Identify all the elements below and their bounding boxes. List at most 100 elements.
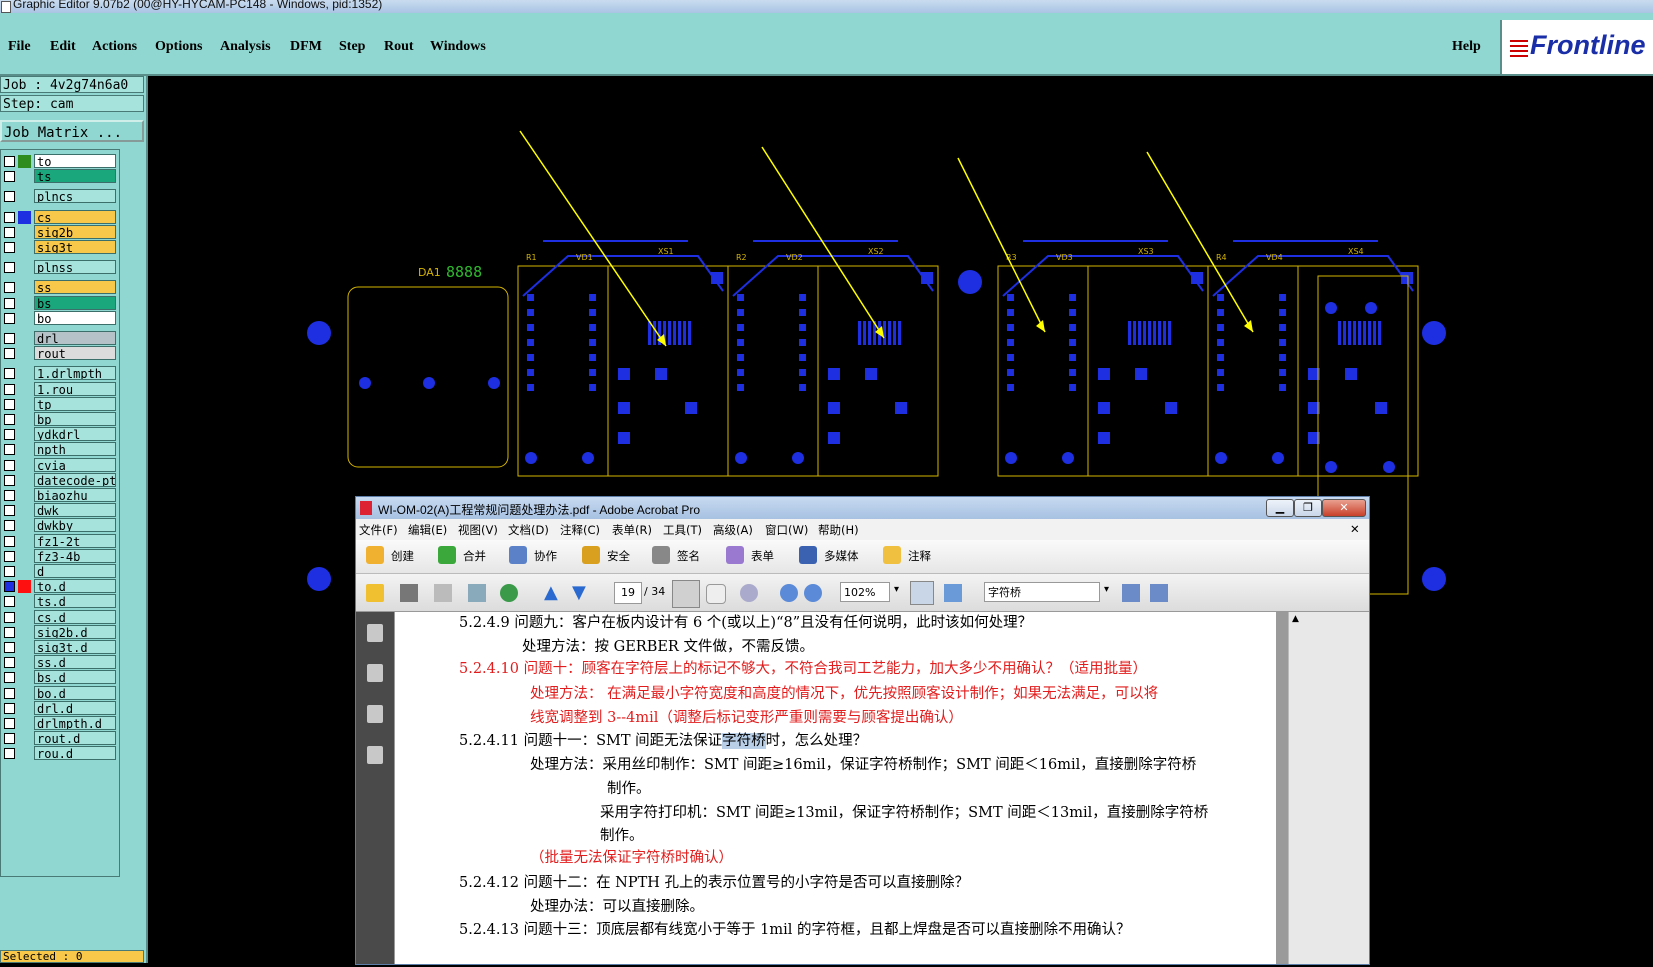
document-close-icon[interactable]: ✕ xyxy=(1350,522,1360,536)
layer-row-to-d[interactable]: to.d xyxy=(1,579,119,594)
acro-menu-file[interactable]: 文件(F) xyxy=(359,522,398,538)
menu-edit[interactable]: Edit xyxy=(50,39,76,55)
scroll-up-icon[interactable]: ▲ xyxy=(1292,614,1299,624)
menu-step[interactable]: Step xyxy=(339,39,365,55)
secure-button[interactable]: 安全 xyxy=(607,548,630,564)
menu-dfm[interactable]: DFM xyxy=(290,39,322,55)
layer-row-fz1-2t[interactable]: fz1-2t xyxy=(1,533,119,549)
layer-checkbox[interactable] xyxy=(4,242,15,253)
select-tool-icon[interactable] xyxy=(672,580,700,608)
print-icon[interactable] xyxy=(400,584,418,602)
layer-checkbox[interactable] xyxy=(4,611,15,623)
layer-name[interactable]: cs xyxy=(34,209,116,224)
layer-checkbox[interactable] xyxy=(4,733,15,745)
minimize-icon[interactable]: ▁ xyxy=(1266,499,1294,517)
layer-checkbox[interactable] xyxy=(4,566,15,577)
layer-name[interactable]: npth xyxy=(34,442,116,457)
layer-checkbox[interactable] xyxy=(4,505,15,517)
layer-name[interactable]: fz3-4b xyxy=(34,548,116,563)
job-matrix-button[interactable]: Job Matrix ... xyxy=(0,120,144,142)
open-folder-icon[interactable] xyxy=(366,584,384,602)
layer-checkbox[interactable] xyxy=(4,297,15,309)
layer-row-bs-d[interactable]: bs.d xyxy=(1,670,119,685)
hand-tool-icon[interactable] xyxy=(706,584,726,604)
layer-row-bo[interactable]: bo xyxy=(1,310,119,326)
menu-help[interactable]: Help xyxy=(1452,39,1481,55)
layer-name[interactable]: ts.d xyxy=(34,594,116,609)
layer-row-cs-d[interactable]: cs.d xyxy=(1,609,119,625)
layer-name[interactable]: ts xyxy=(34,169,116,184)
maximize-icon[interactable]: ❐ xyxy=(1294,499,1322,517)
zoom-out-icon[interactable] xyxy=(780,584,798,602)
layer-row-drl[interactable]: drl xyxy=(1,331,119,346)
acro-menu-help[interactable]: 帮助(H) xyxy=(818,522,859,538)
layer-name[interactable]: to.d xyxy=(34,579,116,594)
multimedia-button[interactable]: 多媒体 xyxy=(824,548,859,564)
layer-checkbox[interactable] xyxy=(4,596,15,608)
menu-rout[interactable]: Rout xyxy=(384,39,414,55)
acro-menu-tools[interactable]: 工具(T) xyxy=(663,522,702,538)
zoom-in-icon[interactable] xyxy=(804,584,822,602)
layer-checkbox[interactable] xyxy=(4,581,15,593)
web-icon[interactable] xyxy=(500,584,518,602)
document-page[interactable]: 5.2.4.9 问题九：客户在板内设计有 6 个(或以上)“8”且没有任何说明，… xyxy=(394,612,1277,964)
layer-row-rou-d[interactable]: rou.d xyxy=(1,746,119,761)
forms-button[interactable]: 表单 xyxy=(751,548,774,564)
layer-row-rout[interactable]: rout xyxy=(1,346,119,361)
layer-checkbox[interactable] xyxy=(4,211,15,223)
layer-row-ts[interactable]: ts xyxy=(1,169,119,184)
acro-menu-view[interactable]: 视图(V) xyxy=(458,522,498,538)
layer-checkbox[interactable] xyxy=(4,672,15,684)
layer-name[interactable]: bs.d xyxy=(34,670,116,685)
fit-width-icon[interactable] xyxy=(910,581,934,605)
layer-name[interactable]: cvia xyxy=(34,457,116,472)
layer-name[interactable]: sig2b.d xyxy=(34,624,116,639)
layer-name[interactable]: plnss xyxy=(34,260,116,275)
zoom-level-input[interactable]: 102% xyxy=(840,582,890,602)
layer-checkbox[interactable] xyxy=(4,312,15,324)
layer-checkbox[interactable] xyxy=(4,368,15,380)
layer-row-datecode-pt[interactable]: datecode-pt xyxy=(1,472,119,488)
search-input[interactable]: 字符桥 xyxy=(984,582,1100,602)
layer-row-tp[interactable]: tp xyxy=(1,396,119,412)
layer-checkbox[interactable] xyxy=(4,459,15,471)
layer-row-sig2b[interactable]: sig2b xyxy=(1,224,119,240)
zoom-dropdown-icon[interactable]: ▾ xyxy=(894,584,899,595)
layer-checkbox[interactable] xyxy=(4,474,15,486)
layer-checkbox[interactable] xyxy=(4,429,15,441)
layer-row-drl-d[interactable]: drl.d xyxy=(1,700,119,716)
acro-menu-window[interactable]: 窗口(W) xyxy=(765,522,808,538)
layer-name[interactable]: 1.drlmpth xyxy=(34,366,116,381)
layer-checkbox[interactable] xyxy=(4,444,15,456)
layer-row-ydkdrl[interactable]: ydkdrl xyxy=(1,427,119,442)
layer-name[interactable]: rout xyxy=(34,346,116,361)
layer-name[interactable]: bs xyxy=(34,295,116,310)
save-icon[interactable] xyxy=(434,584,452,602)
layer-checkbox[interactable] xyxy=(4,333,15,344)
acro-menu-advanced[interactable]: 高级(A) xyxy=(713,522,753,538)
combine-button[interactable]: 合并 xyxy=(463,548,486,564)
layer-name[interactable]: 1.rou xyxy=(34,381,116,396)
layer-row-to[interactable]: to xyxy=(1,154,119,169)
layer-checkbox[interactable] xyxy=(4,282,15,294)
layer-name[interactable]: ss xyxy=(34,280,116,295)
layer-name[interactable]: bp xyxy=(34,412,116,426)
layer-row-fz3-4b[interactable]: fz3-4b xyxy=(1,548,119,564)
layer-name[interactable]: sig3t xyxy=(34,240,116,254)
layer-row-ss[interactable]: ss xyxy=(1,280,119,295)
menu-windows[interactable]: Windows xyxy=(430,39,486,55)
layer-name[interactable]: drl.d xyxy=(34,700,116,715)
layer-name[interactable]: plncs xyxy=(34,189,116,204)
layer-checkbox[interactable] xyxy=(4,642,15,653)
create-button[interactable]: 创建 xyxy=(391,548,414,564)
layer-row-plncs[interactable]: plncs xyxy=(1,189,119,204)
search-dropdown-icon[interactable]: ▾ xyxy=(1104,584,1109,595)
layers-panel-icon[interactable] xyxy=(367,705,383,723)
layer-checkbox[interactable] xyxy=(4,191,15,203)
layer-checkbox[interactable] xyxy=(4,748,15,760)
layer-checkbox[interactable] xyxy=(4,626,15,638)
layer-name[interactable]: d xyxy=(34,564,116,578)
sign-button[interactable]: 签名 xyxy=(677,548,700,564)
close-icon[interactable]: ✕ xyxy=(1322,499,1366,517)
comment-button[interactable]: 注释 xyxy=(908,548,931,564)
